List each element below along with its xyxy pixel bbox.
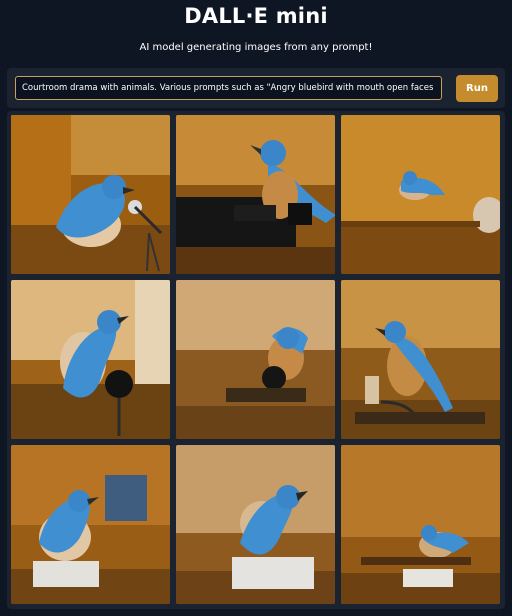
generated-image-3[interactable] — [341, 115, 500, 274]
app-subtitle: AI model generating images from any prom… — [139, 42, 373, 53]
bluebird-microphone-image — [176, 115, 335, 274]
bluebird-microphone-image — [176, 280, 335, 439]
generated-image-2[interactable] — [176, 115, 335, 274]
generated-image-8[interactable] — [176, 445, 335, 604]
app-title: DALL·E mini — [184, 4, 328, 28]
app-page: DALL·E mini AI model generating images f… — [0, 0, 512, 616]
generated-image-4[interactable] — [11, 280, 170, 439]
image-gallery — [7, 111, 505, 609]
bluebird-microphone-image — [11, 115, 170, 274]
generated-image-5[interactable] — [176, 280, 335, 439]
generated-image-1[interactable] — [11, 115, 170, 274]
bluebird-microphone-image — [341, 445, 500, 604]
bluebird-microphone-image — [341, 115, 500, 274]
bluebird-microphone-image — [11, 445, 170, 604]
generated-image-9[interactable] — [341, 445, 500, 604]
bluebird-microphone-image — [341, 280, 500, 439]
bluebird-microphone-image — [176, 445, 335, 604]
bluebird-microphone-image — [11, 280, 170, 439]
generated-image-6[interactable] — [341, 280, 500, 439]
prompt-panel: Run — [7, 68, 505, 108]
prompt-input[interactable] — [15, 76, 442, 100]
generated-image-7[interactable] — [11, 445, 170, 604]
run-button[interactable]: Run — [456, 75, 498, 102]
